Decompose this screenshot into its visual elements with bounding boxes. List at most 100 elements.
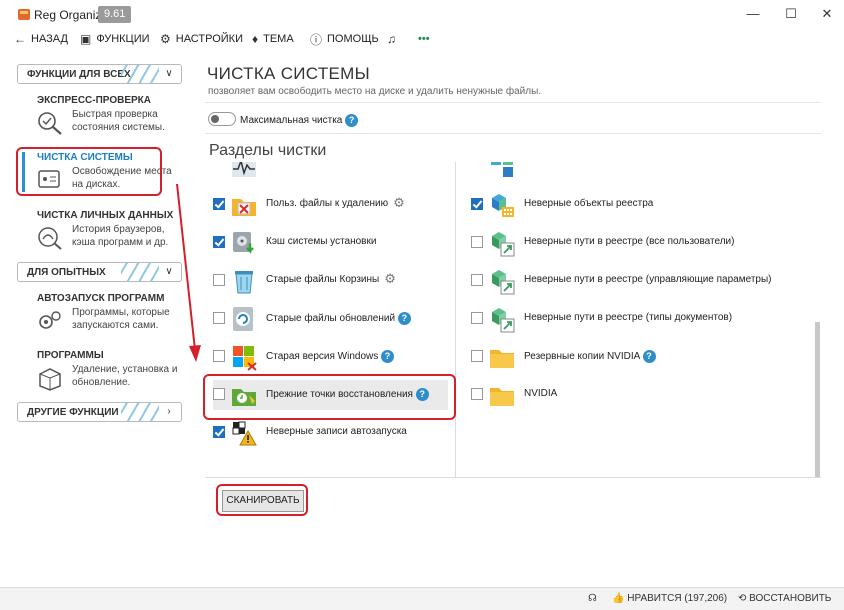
list-item[interactable]: Резервные копии NVIDIA ? <box>471 342 811 372</box>
stripes-decoration <box>121 65 159 83</box>
scrollbar[interactable] <box>815 322 820 477</box>
item-text: Неверные объекты реестра <box>524 198 654 209</box>
recycle-bin-icon <box>235 271 253 294</box>
item-text: Неверные пути в реестре (все пользовател… <box>524 236 735 247</box>
checkbox[interactable] <box>213 198 225 210</box>
list-item[interactable]: Старая версия Windows ? <box>213 342 448 372</box>
group-experts-label: ДЛЯ ОПЫТНЫХ <box>27 267 106 278</box>
item-text: Старая версия Windows <box>266 351 379 363</box>
group-all-functions[interactable]: ФУНКЦИИ ДЛЯ ВСЕХ ∨ <box>17 64 182 84</box>
sidebar-item-programs[interactable]: ПРОГРАММЫ Удаление, установка и обновлен… <box>17 350 187 400</box>
back-button[interactable]: ← НАЗАД <box>14 31 68 47</box>
checkbox[interactable] <box>471 388 483 400</box>
group-experts[interactable]: ДЛЯ ОПЫТНЫХ ∨ <box>17 262 182 282</box>
list-item[interactable]: Польз. файлы к удалению ⚙ <box>213 190 448 220</box>
list-item[interactable]: Кэш системы установки <box>213 228 448 258</box>
highlight-sidebar-item <box>16 147 162 196</box>
minimize-button[interactable]: — <box>738 3 768 25</box>
list-item[interactable]: Старые файлы обновлений ? <box>213 304 448 334</box>
group-other-functions[interactable]: ДРУГИЕ ФУНКЦИИ › <box>17 402 182 422</box>
sidebar-item-label: ЧИСТКА ЛИЧНЫХ ДАННЫХ <box>37 210 174 221</box>
close-button[interactable]: ✕ <box>812 3 842 25</box>
item-text: Старые файлы обновлений <box>266 313 396 325</box>
item-label: Старые файлы обновлений ? <box>266 312 411 325</box>
theme-button[interactable]: ♦ ТЕМА <box>252 31 294 47</box>
item-label: Старые файлы Корзины ⚙ <box>266 272 396 285</box>
item-text: Польз. файлы к удалению <box>266 198 389 209</box>
list-item[interactable]: Неверные объекты реестра <box>471 190 811 220</box>
sidebar-item-express-check[interactable]: ЭКСПРЕСС-ПРОВЕРКА Быстрая проверка состо… <box>17 95 187 145</box>
page-subtitle: позволяет вам освободить место на диске … <box>208 86 542 97</box>
checkbox[interactable] <box>471 350 483 362</box>
settings-button[interactable]: ⚙ НАСТРОЙКИ <box>160 31 243 47</box>
brush-icon: ♦ <box>252 32 259 46</box>
help-icon[interactable]: ? <box>397 312 411 325</box>
help-icon[interactable]: ? <box>642 350 656 363</box>
divider <box>205 102 821 103</box>
sidebar-item-autostart[interactable]: АВТОЗАПУСК ПРОГРАММ Программы, которые з… <box>17 293 187 343</box>
checkbox[interactable] <box>213 350 225 362</box>
waveform-icon <box>232 162 256 177</box>
windows-old-icon <box>233 346 257 371</box>
box-programs-icon <box>39 368 61 391</box>
sidebar: ФУНКЦИИ ДЛЯ ВСЕХ ∨ ЭКСПРЕСС-ПРОВЕРКА Быс… <box>12 60 192 580</box>
item-label: Неверные пути в реестре (типы документов… <box>524 312 732 323</box>
list-item[interactable]: Старые файлы Корзины ⚙ <box>213 266 448 296</box>
list-item[interactable]: Неверные пути в реестре (управляющие пар… <box>471 266 811 296</box>
checkbox[interactable] <box>471 198 483 210</box>
checkbox[interactable] <box>213 312 225 324</box>
sidebar-item-desc: Программы, которые запускаются сами. <box>72 307 170 331</box>
list-item-partial <box>471 162 811 180</box>
group-other-label: ДРУГИЕ ФУНКЦИИ <box>27 407 119 418</box>
list-item[interactable]: Неверные пути в реестре (все пользовател… <box>471 228 811 258</box>
registry-icon <box>491 162 513 177</box>
item-text: Неверные записи автозапуска <box>266 426 407 437</box>
checkbox[interactable] <box>213 274 225 286</box>
headset-icon[interactable]: ☊ <box>588 593 597 604</box>
title-bar: Reg Organizer 9.61 — ☐ ✕ <box>0 0 844 28</box>
item-label: Неверные объекты реестра <box>524 198 653 209</box>
checkbox[interactable] <box>471 236 483 248</box>
list-item[interactable]: Неверные записи автозапуска <box>213 418 448 448</box>
item-label: Неверные пути в реестре (управляющие пар… <box>524 274 772 285</box>
list-item[interactable]: Неверные пути в реестре (типы документов… <box>471 304 811 334</box>
autostart-gears-icon <box>39 311 61 329</box>
privacy-cleanup-icon <box>38 227 62 250</box>
like-button[interactable]: 👍 НРАВИТСЯ (197,206) <box>612 593 727 604</box>
registry-path-icon <box>492 232 515 257</box>
maximize-button[interactable]: ☐ <box>776 3 806 25</box>
checkbox[interactable] <box>213 426 225 438</box>
max-cleanup-text: Максимальная чистка <box>240 115 343 127</box>
list-item[interactable]: NVIDIA <box>471 380 811 410</box>
notifications-button[interactable]: ♫ <box>387 31 401 47</box>
checkbox[interactable] <box>213 236 225 248</box>
checkbox[interactable] <box>471 312 483 324</box>
item-text: Резервные копии NVIDIA <box>524 351 640 363</box>
chevron-right-icon: › <box>167 406 171 417</box>
checkbox[interactable] <box>471 274 483 286</box>
folder-icon <box>490 350 514 368</box>
restore-button[interactable]: ⟲ ВОССТАНОВИТЬ <box>738 593 831 604</box>
max-cleanup-toggle[interactable] <box>208 112 236 126</box>
gear-icon[interactable]: ⚙ <box>393 196 405 209</box>
item-label: Старая версия Windows ? <box>266 350 395 363</box>
group-all-label: ФУНКЦИИ ДЛЯ ВСЕХ <box>27 69 131 80</box>
more-button[interactable]: ••• <box>418 31 430 47</box>
thumbs-up-icon: 👍 <box>612 593 625 604</box>
sidebar-item-private-data[interactable]: ЧИСТКА ЛИЧНЫХ ДАННЫХ История браузеров, … <box>17 210 187 260</box>
item-text: Неверные пути в реестре (типы документов… <box>524 312 733 323</box>
version-badge: 9.61 <box>98 6 132 23</box>
item-text: Неверные пути в реестре (управляющие пар… <box>524 274 772 285</box>
settings-label: НАСТРОЙКИ <box>175 33 243 45</box>
autostart-warning-icon <box>232 421 257 446</box>
gear-icon: ⚙ <box>160 32 171 46</box>
functions-button[interactable]: ▣ ФУНКЦИИ <box>80 31 150 47</box>
page-title: ЧИСТКА СИСТЕМЫ <box>207 64 370 83</box>
column-divider <box>455 162 456 477</box>
folder-delete-icon <box>232 199 256 216</box>
item-label: Неверные пути в реестре (все пользовател… <box>524 236 734 247</box>
help-icon[interactable]: ? <box>381 350 395 363</box>
gear-icon[interactable]: ⚙ <box>384 272 396 285</box>
help-button[interactable]: ⓘ ПОМОЩЬ <box>310 31 379 47</box>
help-icon[interactable]: ? <box>345 114 359 127</box>
